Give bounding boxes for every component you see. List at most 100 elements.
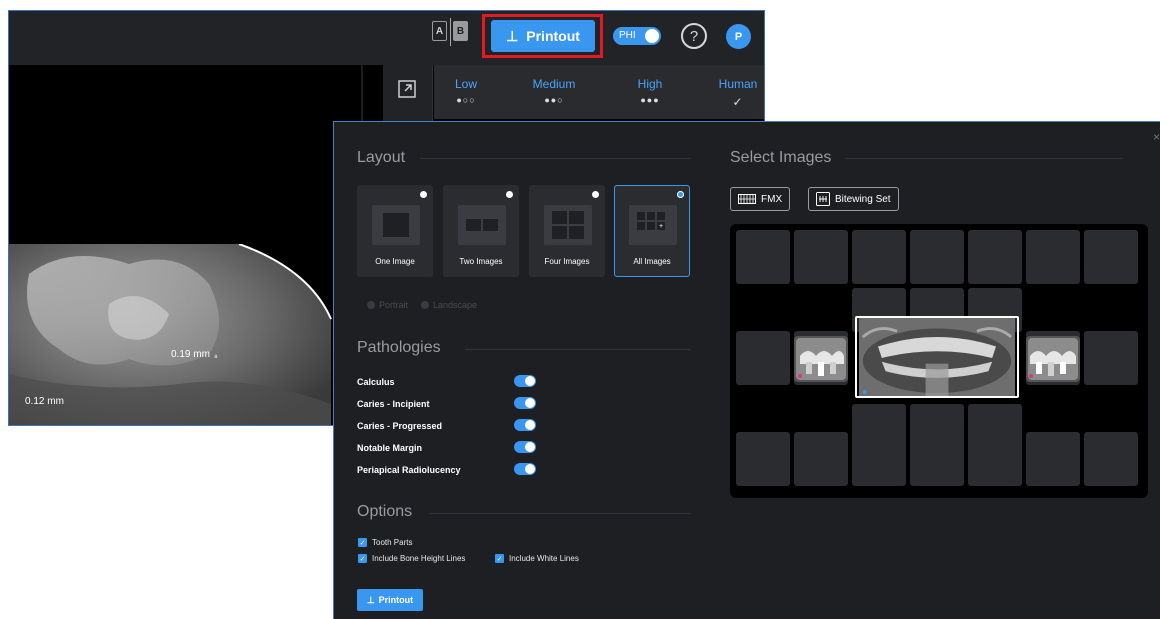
fmx-button[interactable]: FMX: [730, 187, 791, 211]
plus-icon: +: [657, 222, 665, 230]
orientation-landscape[interactable]: Landscape: [421, 300, 477, 310]
layout-divider: [420, 158, 690, 159]
layout-option-label: One Image: [375, 257, 415, 266]
confidence-low-dots: ●○○: [456, 95, 476, 105]
option-label: Tooth Parts: [372, 538, 413, 547]
help-icon[interactable]: ?: [681, 23, 707, 49]
pathology-toggle[interactable]: [514, 441, 536, 453]
layout-radio[interactable]: [592, 191, 599, 198]
options-title: Options: [357, 503, 413, 520]
image-slot[interactable]: [1084, 331, 1138, 385]
panoramic-thumbnail[interactable]: [855, 316, 1019, 398]
layout-option-label: Two Images: [459, 257, 503, 266]
image-slot[interactable]: [910, 404, 964, 486]
bitewing-thumbnail-left[interactable]: [794, 336, 848, 382]
compare-b-button[interactable]: B: [453, 21, 468, 41]
confidence-high-dots: ●●●: [640, 95, 660, 105]
image-slot[interactable]: [1084, 230, 1138, 284]
bitewing-set-button[interactable]: Bitewing Set: [808, 187, 899, 211]
toggle-knob: [525, 398, 535, 408]
confidence-high[interactable]: High ●●●: [630, 77, 670, 105]
option-bone-height-lines[interactable]: ✓ Include Bone Height Lines: [358, 554, 465, 563]
pathology-label: Caries - Incipient: [357, 399, 430, 409]
layout-radio[interactable]: [506, 191, 513, 198]
layout-option-all-images[interactable]: + All Images: [614, 185, 690, 277]
checkbox-checked[interactable]: ✓: [358, 554, 367, 563]
image-slot[interactable]: [968, 404, 1022, 486]
dialog-printout-button[interactable]: ⊥ Printout: [357, 589, 423, 611]
layout-option-label: Four Images: [544, 257, 590, 266]
check-icon: ✓: [732, 95, 744, 109]
checkbox-checked[interactable]: ✓: [358, 538, 367, 547]
option-tooth-parts[interactable]: ✓ Tooth Parts: [358, 538, 412, 547]
confidence-high-label: High: [637, 77, 663, 91]
pathology-toggle[interactable]: [514, 463, 536, 475]
compare-divider: [450, 18, 451, 46]
toggle-knob: [525, 464, 535, 474]
option-label: Include Bone Height Lines: [372, 554, 466, 563]
pathology-label: Notable Margin: [357, 443, 423, 453]
pathology-toggle[interactable]: [514, 419, 536, 431]
pathology-label: Periapical Radiolucency: [357, 465, 461, 475]
option-white-lines[interactable]: ✓ Include White Lines: [495, 554, 579, 563]
pathology-row-caries-progressed: Caries - Progressed: [357, 418, 537, 434]
two-images-icon: [458, 205, 506, 245]
download-icon: ⊥: [366, 594, 375, 605]
image-slot[interactable]: [794, 230, 848, 284]
bitewing-icon: [816, 192, 830, 206]
options-divider: [430, 513, 690, 514]
layout-option-two-images[interactable]: Two Images: [443, 185, 519, 277]
phi-toggle-label: PHI: [619, 30, 636, 41]
confidence-low[interactable]: Low ●○○: [446, 77, 486, 105]
close-icon[interactable]: ×: [1153, 130, 1160, 144]
avatar[interactable]: P: [726, 24, 751, 49]
portrait-radio[interactable]: [367, 301, 375, 309]
pathology-row-periapical-radiolucency: Periapical Radiolucency: [357, 462, 537, 478]
pathologies-divider: [465, 349, 690, 350]
layout-option-four-images[interactable]: Four Images: [529, 185, 605, 277]
landscape-radio[interactable]: [421, 301, 429, 309]
image-slot[interactable]: [1026, 432, 1080, 486]
compare-a-button[interactable]: A: [432, 21, 447, 41]
measurement-handle-icon[interactable]: ⁸: [214, 352, 218, 362]
layout-radio-selected[interactable]: [677, 191, 684, 198]
image-slot[interactable]: [910, 230, 964, 284]
select-images-divider: [846, 158, 1122, 159]
confidence-medium-dots: ●●○: [544, 95, 564, 105]
printout-button[interactable]: ⊥ Printout: [491, 20, 595, 52]
image-slot[interactable]: [852, 404, 906, 486]
toggle-knob: [525, 376, 535, 386]
confidence-level-selector: Low ●○○ Medium ●●○ High ●●● Human ✓: [434, 65, 764, 119]
image-slot[interactable]: [1084, 432, 1138, 486]
expand-icon[interactable]: [397, 79, 417, 99]
image-slot[interactable]: [1026, 230, 1080, 284]
download-icon: ⊥: [506, 27, 519, 44]
option-label: Include White Lines: [509, 554, 579, 563]
select-images-title: Select Images: [730, 149, 832, 166]
image-slot[interactable]: [852, 230, 906, 284]
pathology-row-caries-incipient: Caries - Incipient: [357, 396, 537, 412]
pathology-toggle[interactable]: [514, 375, 536, 387]
layout-option-label: All Images: [633, 257, 671, 266]
image-slot[interactable]: [794, 432, 848, 486]
layout-option-one-image[interactable]: One Image: [357, 185, 433, 277]
phi-toggle[interactable]: PHI: [613, 27, 661, 45]
confidence-medium[interactable]: Medium ●●○: [524, 77, 584, 105]
pathology-toggle[interactable]: [514, 397, 536, 409]
four-images-icon: [544, 205, 592, 245]
all-images-icon: +: [629, 205, 677, 245]
image-slot[interactable]: [736, 230, 790, 284]
confidence-human[interactable]: Human ✓: [716, 77, 760, 109]
one-image-icon: [372, 205, 420, 245]
layout-title: Layout: [357, 149, 406, 166]
toggle-knob: [525, 442, 535, 452]
image-slot[interactable]: [736, 331, 790, 385]
confidence-human-label: Human: [718, 77, 758, 91]
layout-radio[interactable]: [420, 191, 427, 198]
portrait-label: Portrait: [379, 300, 409, 310]
checkbox-checked[interactable]: ✓: [495, 554, 504, 563]
image-slot[interactable]: [968, 230, 1022, 284]
image-slot[interactable]: [736, 432, 790, 486]
orientation-portrait[interactable]: Portrait: [367, 300, 408, 310]
bitewing-thumbnail-right[interactable]: [1026, 336, 1080, 382]
